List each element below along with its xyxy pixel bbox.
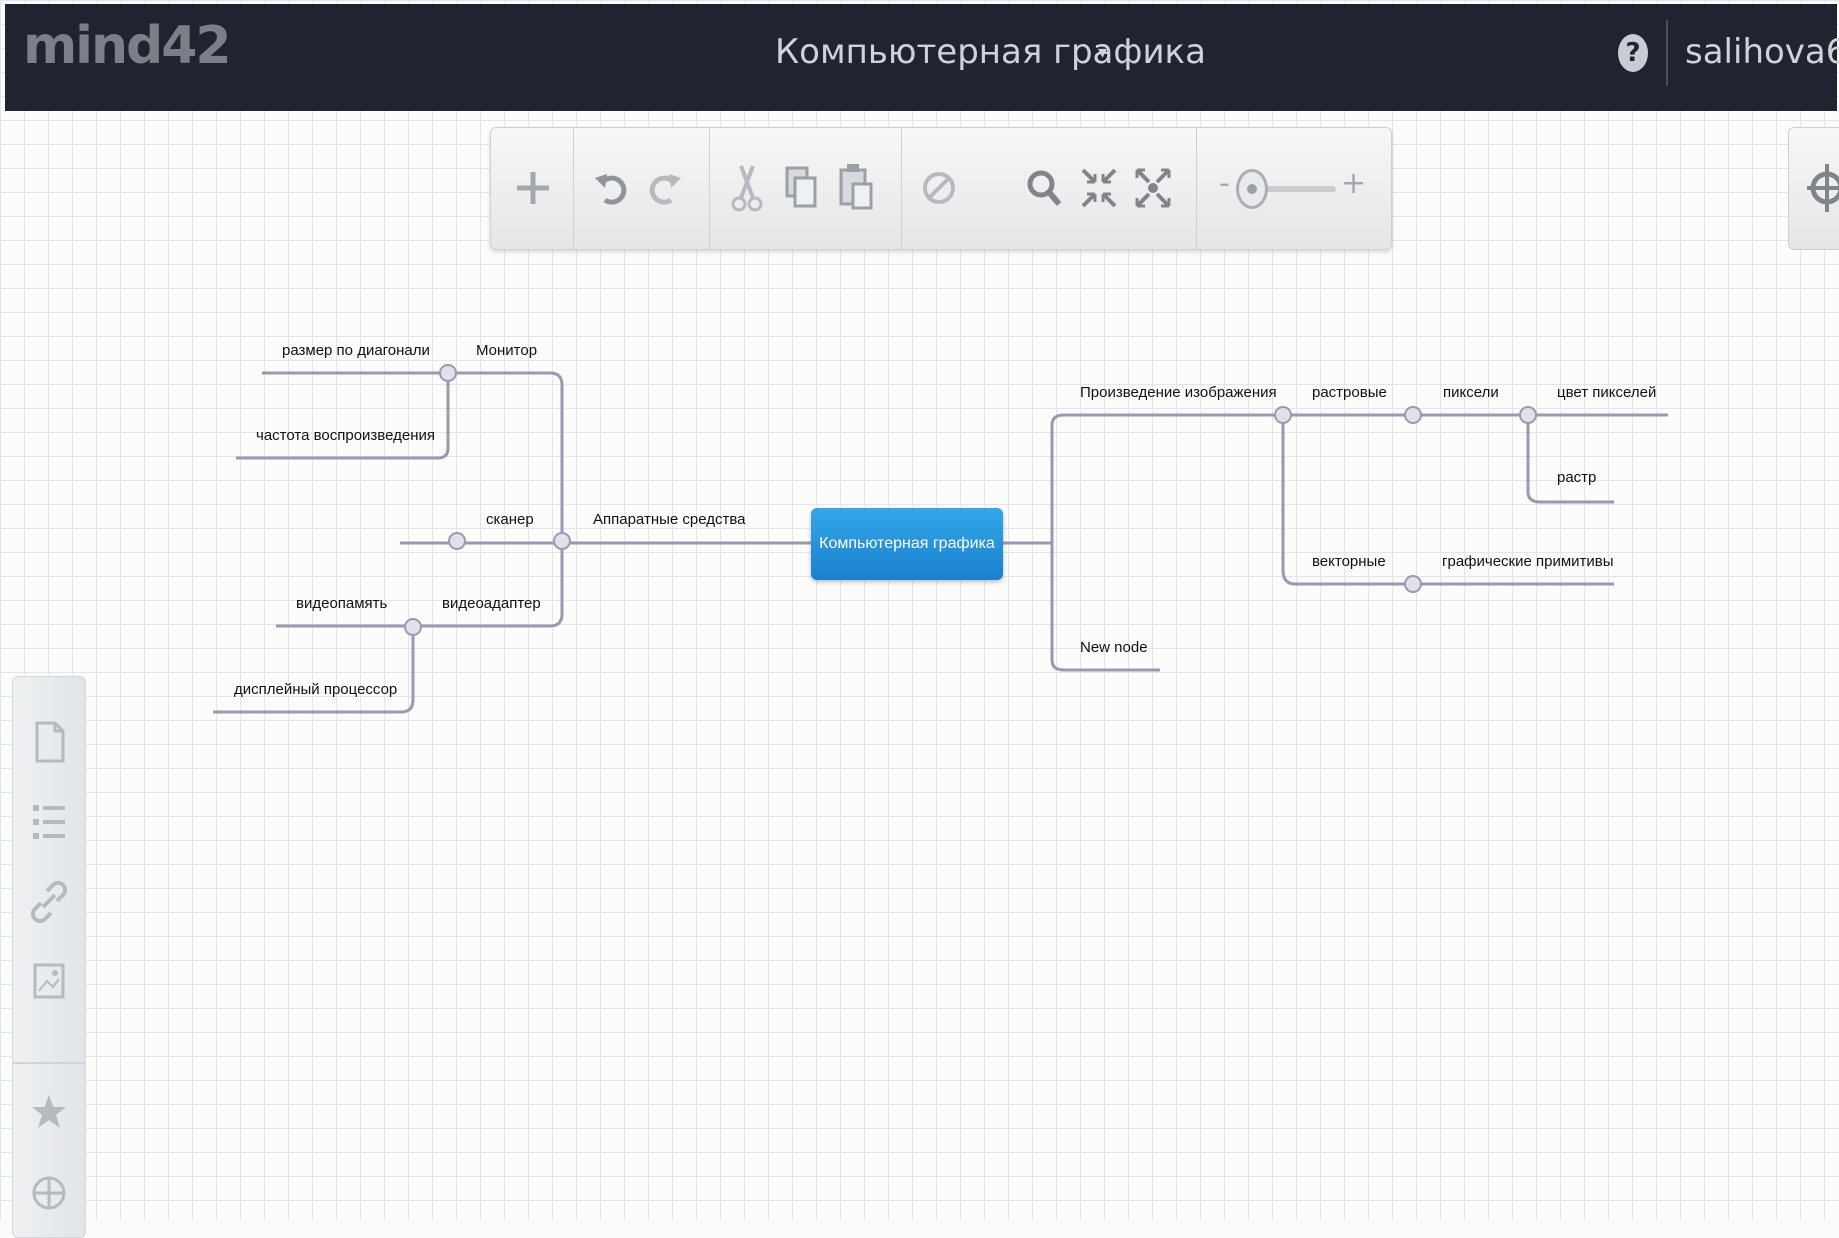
collapse-toggle: [553, 532, 571, 550]
image-icon[interactable]: [29, 957, 69, 1007]
node-videopamyat[interactable]: видеопамять: [296, 595, 388, 612]
collapse-toggle: [439, 364, 457, 382]
node-displeyny[interactable]: дисплейный процессор: [234, 681, 397, 698]
collapse-toggle: [1404, 406, 1422, 424]
node-rastr[interactable]: растр: [1557, 469, 1596, 486]
list-icon[interactable]: [29, 797, 69, 847]
collapse-toggle: [404, 618, 422, 636]
node-monitor[interactable]: Монитор: [476, 342, 537, 359]
node-skaner[interactable]: сканер: [486, 511, 534, 528]
node-newnode[interactable]: New node: [1080, 639, 1148, 656]
node-chastota[interactable]: частота воспроизведения: [256, 427, 435, 444]
node-vektornye[interactable]: векторные: [1312, 553, 1386, 570]
globe-icon[interactable]: [29, 1167, 69, 1217]
collapse-toggle: [1519, 406, 1537, 424]
left-sidebar: [12, 676, 86, 1238]
node-rastrovye[interactable]: растровые: [1312, 384, 1387, 401]
star-icon[interactable]: [29, 1087, 69, 1137]
divider: [13, 1062, 85, 1064]
note-icon[interactable]: [29, 717, 69, 767]
node-proizvedenie[interactable]: Произведение изображения: [1080, 384, 1277, 401]
collapse-toggle: [1404, 575, 1422, 593]
mindmap-connections: размер по диагонали Монитор частота восп…: [213, 342, 1668, 714]
node-videoadapter[interactable]: видеоадаптер: [442, 595, 541, 612]
link-icon[interactable]: [29, 877, 69, 927]
node-pikseli[interactable]: пиксели: [1443, 384, 1499, 401]
node-primitivy[interactable]: графические примитивы: [1442, 553, 1614, 570]
root-node[interactable]: Компьютерная графика: [811, 508, 1003, 580]
collapse-toggle: [448, 532, 466, 550]
node-apparatnye[interactable]: Аппаратные средства: [593, 511, 746, 528]
node-cvet[interactable]: цвет пикселей: [1557, 384, 1656, 401]
collapse-toggle: [1274, 406, 1292, 424]
node-razmer[interactable]: размер по диагонали: [282, 342, 430, 359]
